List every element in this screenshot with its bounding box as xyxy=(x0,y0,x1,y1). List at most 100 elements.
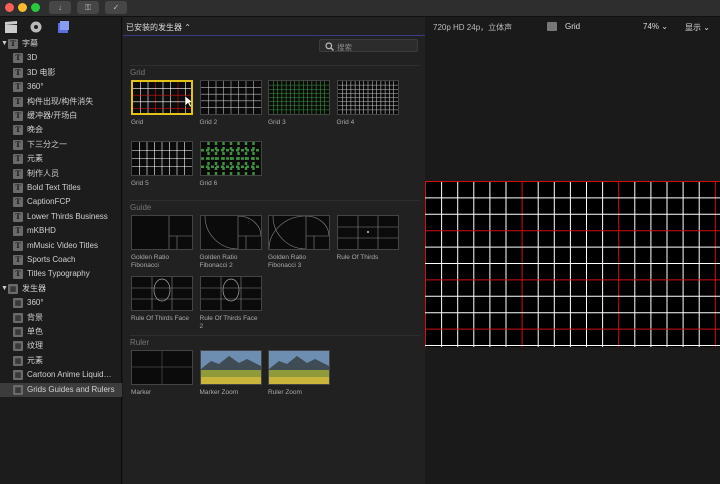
sidebar-item-title-label: mKBHD xyxy=(27,226,56,236)
generator-thumbnail[interactable] xyxy=(131,80,193,115)
thumbnail-preview xyxy=(337,216,398,249)
sidebar-item-title[interactable]: T 构件出现/构件消失 xyxy=(0,95,122,109)
thumbnail-preview xyxy=(269,351,329,384)
generator-thumbnail[interactable] xyxy=(336,80,399,115)
search-placeholder: 搜索 xyxy=(337,43,352,52)
key-icon[interactable]: ⚿ xyxy=(77,1,99,14)
sidebar-item-title[interactable]: T 3D 电影 xyxy=(0,66,122,80)
generator-thumbnail[interactable] xyxy=(199,215,262,250)
sidebar-group-titles[interactable]: ▼ T 字幕 xyxy=(0,37,122,51)
generator-item[interactable]: Golden Ratio Fibonacci 3 xyxy=(268,215,330,270)
generator-item[interactable]: Marker xyxy=(131,350,193,397)
generator-item[interactable]: Golden Ratio Fibonacci xyxy=(131,215,193,270)
sidebar-item-title[interactable]: T 下三分之一 xyxy=(0,138,122,152)
generator-item[interactable]: Grid 4 xyxy=(336,80,399,127)
sidebar-item-title[interactable]: T 晚会 xyxy=(0,123,122,137)
section-header: Ruler xyxy=(130,335,420,347)
generator-thumbnail[interactable] xyxy=(199,276,262,311)
sidebar-item-generator[interactable]: ▦ 单色 xyxy=(0,325,122,339)
title-icon: T xyxy=(13,125,23,136)
generator-item[interactable]: Ruler Zoom xyxy=(268,350,330,397)
generator-thumbnail[interactable] xyxy=(199,141,262,176)
zoom-window-button[interactable] xyxy=(31,3,40,12)
generator-icon: ▦ xyxy=(13,312,23,323)
display-menu[interactable]: 显示 ⌄ xyxy=(685,22,710,33)
checkmark-icon[interactable]: ✓ xyxy=(105,1,127,14)
generator-icon: ▦ xyxy=(13,298,23,309)
title-icon: T xyxy=(13,154,23,165)
title-icon: T xyxy=(13,96,23,107)
sidebar-item-title[interactable]: T 缓冲器/开场白 xyxy=(0,109,122,123)
generator-item[interactable]: Grid 3 xyxy=(268,80,330,127)
sidebar-item-title[interactable]: T Bold Text Titles xyxy=(0,181,122,195)
generator-item[interactable]: Grid 2 xyxy=(199,80,262,127)
thumbnail-preview xyxy=(200,277,261,310)
generator-item[interactable]: Grid 6 xyxy=(199,141,262,188)
generator-caption: Golden Ratio Fibonacci xyxy=(131,254,169,269)
generator-item[interactable]: Grid 5 xyxy=(131,141,193,188)
title-icon: T xyxy=(13,67,23,78)
sidebar-item-title[interactable]: T Lower Thirds Business xyxy=(0,210,122,224)
title-icon: T xyxy=(13,226,23,237)
generator-item[interactable]: Rule Of Thirds Face 2 xyxy=(199,276,262,331)
generator-thumbnail[interactable] xyxy=(131,276,193,311)
generator-item[interactable]: Marker Zoom xyxy=(199,350,262,397)
generator-thumbnail[interactable] xyxy=(268,80,330,115)
generator-icon: ▦ xyxy=(13,384,23,395)
sidebar-item-generator[interactable]: ▦ 元素 xyxy=(0,354,122,368)
section-header: Guide xyxy=(130,200,420,212)
sidebar-item-title[interactable]: T 360° xyxy=(0,80,122,94)
download-icon[interactable]: ↓ xyxy=(49,1,71,14)
generator-thumbnail[interactable] xyxy=(268,350,330,385)
sidebar-item-title-label: 缓冲器/开场白 xyxy=(27,111,78,120)
close-window-button[interactable] xyxy=(5,3,14,12)
sidebar-item-title[interactable]: T 元素 xyxy=(0,152,122,166)
sidebar-item-title[interactable]: T Titles Typography xyxy=(0,267,122,281)
sidebar-group-generators[interactable]: ▼ ▦ 发生器 xyxy=(0,282,122,296)
sidebar-item-generator-label: 单色 xyxy=(27,327,43,336)
browser-header: 已安装的发生器 ⌃ xyxy=(123,17,425,36)
zoom-menu[interactable]: 74% ⌄ xyxy=(643,22,668,31)
generator-thumbnail[interactable] xyxy=(131,350,193,385)
sidebar-item-generator-label: Cartoon Anime Liquid… xyxy=(27,370,112,380)
sidebar-item-generator[interactable]: ▦ 360° xyxy=(0,296,122,310)
thumbnail-preview xyxy=(133,82,191,113)
sidebar-item-generator[interactable]: ▦ 背景 xyxy=(0,311,122,325)
generator-item[interactable]: Rule Of Thirds Face xyxy=(131,276,193,323)
generator-thumbnail[interactable] xyxy=(131,215,193,250)
clapper-icon[interactable] xyxy=(4,20,18,34)
sidebar-item-title[interactable]: T 3D xyxy=(0,51,122,65)
sidebar-item-generator[interactable]: ▦ Grids Guides and Rulers xyxy=(0,382,122,397)
generator-thumbnail[interactable] xyxy=(268,215,330,250)
generator-thumbnail[interactable] xyxy=(131,141,193,176)
sidebar-item-title[interactable]: TmKBHD xyxy=(0,224,122,238)
viewer: 720p HD 24p，立体声 Grid 74% ⌄ 显示 ⌄ xyxy=(425,17,720,484)
search-field[interactable]: 搜索 xyxy=(319,39,418,52)
sidebar-item-title[interactable]: TmMusic Video Titles xyxy=(0,239,122,253)
sidebar-item-title[interactable]: T Sports Coach xyxy=(0,253,122,267)
sidebar-group-titles-label: 字幕 xyxy=(22,39,38,48)
disclosure-triangle-icon[interactable]: ▼ xyxy=(1,37,8,51)
generator-item[interactable]: Grid xyxy=(131,80,193,127)
thumbnail-preview xyxy=(132,277,192,310)
sidebar-item-generator[interactable]: ▦ Cartoon Anime Liquid… xyxy=(0,368,122,382)
generator-icon xyxy=(547,22,557,31)
photos-music-icon[interactable] xyxy=(29,20,43,34)
title-icon: T xyxy=(13,240,23,251)
generator-caption: Golden Ratio Fibonacci 2 xyxy=(199,254,238,269)
generator-item[interactable]: Rule Of Thirds xyxy=(336,215,399,262)
sidebar-item-generator[interactable]: ▦ 纹理 xyxy=(0,339,122,353)
sidebar: ▼ T 字幕 T 3D T 3D 电影 T 360° T 构件出现/构件消失 T 缓冲器/开场白 T 晚会 T… xyxy=(0,17,122,484)
sidebar-item-title[interactable]: T CaptionFCP xyxy=(0,195,122,209)
sidebar-item-title-label: 3D 电影 xyxy=(27,67,56,77)
generator-item[interactable]: Golden Ratio Fibonacci 2 xyxy=(199,215,262,270)
sidebar-item-title[interactable]: T 制作人员 xyxy=(0,167,122,181)
title-icon: T xyxy=(13,168,23,179)
titles-generators-icon[interactable] xyxy=(56,20,70,34)
generator-thumbnail[interactable] xyxy=(336,215,399,250)
generator-thumbnail[interactable] xyxy=(199,350,262,385)
minimize-window-button[interactable] xyxy=(18,3,27,12)
disclosure-triangle-icon[interactable]: ▼ xyxy=(1,282,8,296)
generator-thumbnail[interactable] xyxy=(199,80,262,115)
installed-generators-popup[interactable]: 已安装的发生器 ⌃ xyxy=(126,22,191,33)
